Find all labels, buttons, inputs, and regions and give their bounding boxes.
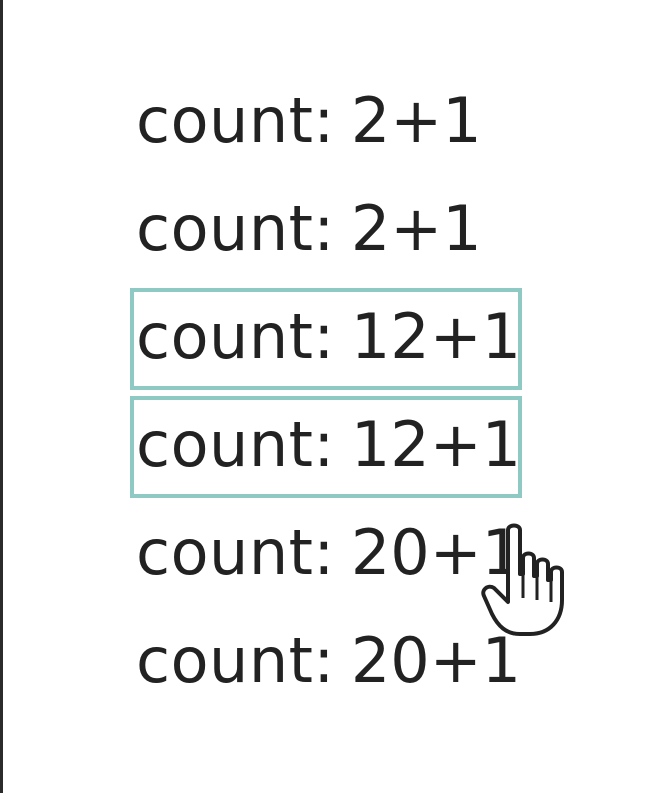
count-label: count: [136,192,335,265]
left-border [0,0,3,793]
count-row-3: count: 12+1 [130,288,556,402]
count-value: 12+1 [350,408,522,481]
count-value: 2+1 [350,84,482,157]
hand-pointer-icon [481,523,564,636]
count-row-2: count: 2+1 [136,186,556,294]
count-row-4: count: 12+1 [130,396,556,510]
count-value: 2+1 [350,192,482,265]
count-value: 12+1 [350,300,522,373]
count-label: count: [136,84,335,157]
count-label: count: [136,624,335,697]
count-label: count: [136,516,335,589]
count-row-1: count: 2+1 [136,78,556,186]
count-label: count: [136,408,335,481]
count-label: count: [136,300,335,373]
